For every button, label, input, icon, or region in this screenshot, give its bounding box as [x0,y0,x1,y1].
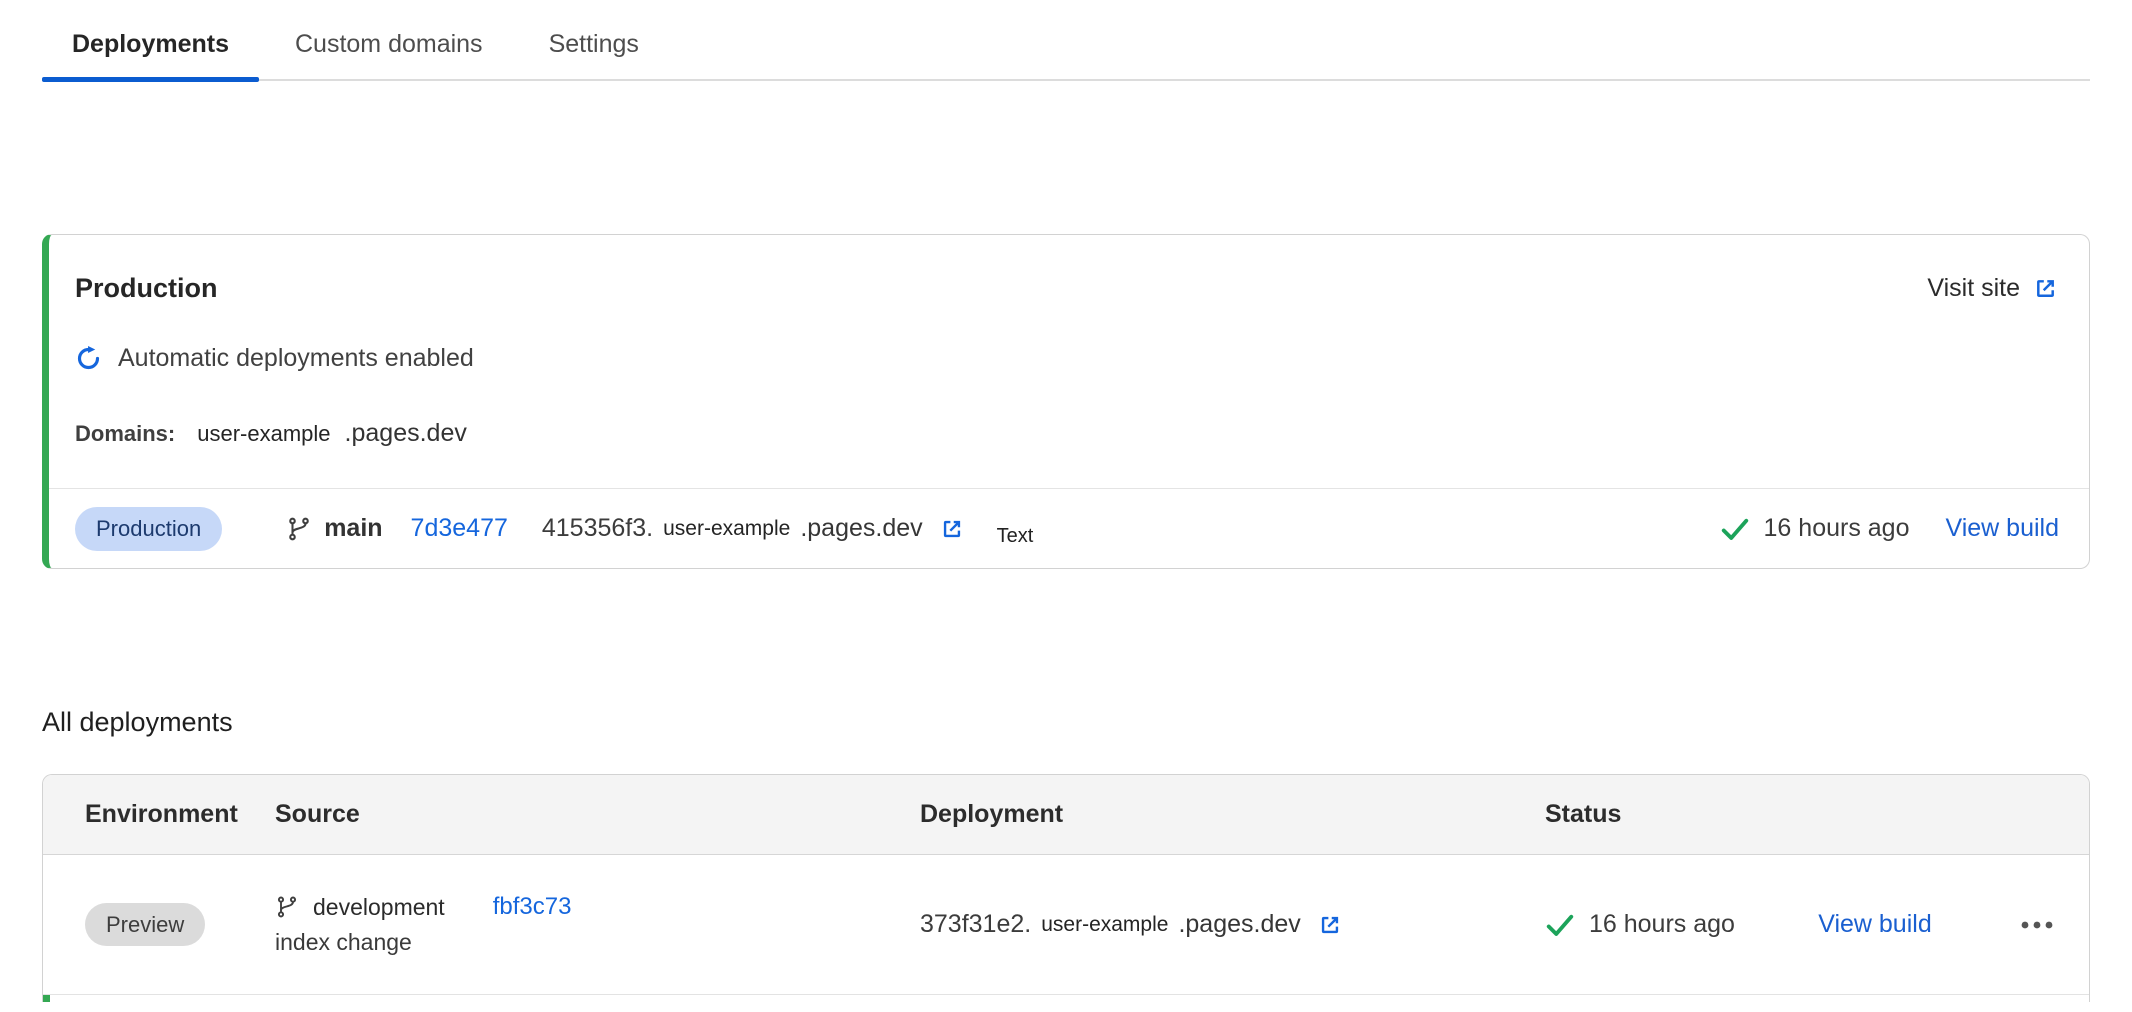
deployment-domain: user-example [1041,913,1168,937]
deployment-suffix: .pages.dev [800,514,922,543]
production-card-body: Production Visit site [49,235,2089,568]
deployment-url-link[interactable]: 373f31e2. user-example .pages.dev [920,910,1545,939]
commit-message-note: Text [997,525,1034,548]
row-menu-button[interactable] [2015,910,2059,940]
environment-cell: Preview [85,912,275,938]
production-deployment-row: Production main [49,488,2089,568]
deployment-id: 373f31e2. [920,910,1031,939]
deployment-time: 16 hours ago [1589,910,1735,939]
refresh-icon [75,345,102,372]
deployment-domain: user-example [663,517,790,541]
git-branch-icon [275,895,299,919]
tab-settings[interactable]: Settings [519,22,669,79]
domain-name: user-example [197,421,330,447]
tab-bar: Deployments Custom domains Settings [42,22,2090,81]
column-header-environment: Environment [85,800,275,829]
status-cell: 16 hours ago View build [1545,910,2089,940]
check-icon [1545,910,1575,940]
deployment-cell: 373f31e2. user-example .pages.dev [920,910,1545,939]
next-row-cutoff [43,995,2089,1002]
domains-row: Domains: user-example .pages.dev [75,419,2059,448]
commit-hash-link[interactable]: 7d3e477 [411,514,508,543]
branch-name: main [324,514,382,543]
deployment-status: 16 hours ago [1720,514,1910,544]
deployment-status: 16 hours ago [1545,910,1735,940]
auto-deployments-text: Automatic deployments enabled [118,344,474,373]
production-accent-strip [43,995,50,1002]
tab-deployments[interactable]: Deployments [42,22,259,79]
tab-custom-domains[interactable]: Custom domains [265,22,513,79]
view-build-link[interactable]: View build [1818,910,1932,939]
deployment-suffix: .pages.dev [1178,910,1300,939]
production-card-header: Production Visit site [75,273,2059,304]
source-line: development fbf3c73 [275,893,920,921]
column-header-deployment: Deployment [920,800,1545,829]
production-title: Production [75,273,218,304]
environment-badge: Production [75,507,222,551]
external-link-icon [939,516,965,542]
source-branch: main [286,514,382,543]
commit-hash-link[interactable]: fbf3c73 [493,893,572,921]
check-icon [1720,514,1750,544]
table-row: Preview [43,855,2089,995]
environment-badge: Preview [85,903,205,946]
domain-suffix: .pages.dev [345,419,467,448]
column-header-status: Status [1545,800,2089,829]
deployments-page: Deployments Custom domains Settings Prod… [0,22,2132,1002]
branch-name: development [313,894,445,921]
visit-site-link[interactable]: Visit site [1927,274,2059,303]
commit-message: index change [275,929,920,956]
source-cell: development fbf3c73 index change [275,893,920,956]
git-branch-icon [286,516,312,542]
all-deployments-heading: All deployments [42,707,2090,738]
production-card: Production Visit site [42,234,2090,569]
view-build-link[interactable]: View build [1945,514,2059,543]
external-link-icon [2032,275,2059,302]
deployment-url-link[interactable]: 415356f3. user-example .pages.dev [542,514,965,543]
domains-label: Domains: [75,421,175,447]
external-link-icon [1317,912,1343,938]
visit-site-label: Visit site [1927,274,2020,303]
table-header-row: Environment Source Deployment Status [43,775,2089,855]
auto-deployments-status: Automatic deployments enabled [75,344,2059,373]
column-header-source: Source [275,800,920,829]
deployment-time: 16 hours ago [1764,514,1910,543]
deployments-table: Environment Source Deployment Status Pre… [42,774,2090,1002]
deployment-id: 415356f3. [542,514,653,543]
